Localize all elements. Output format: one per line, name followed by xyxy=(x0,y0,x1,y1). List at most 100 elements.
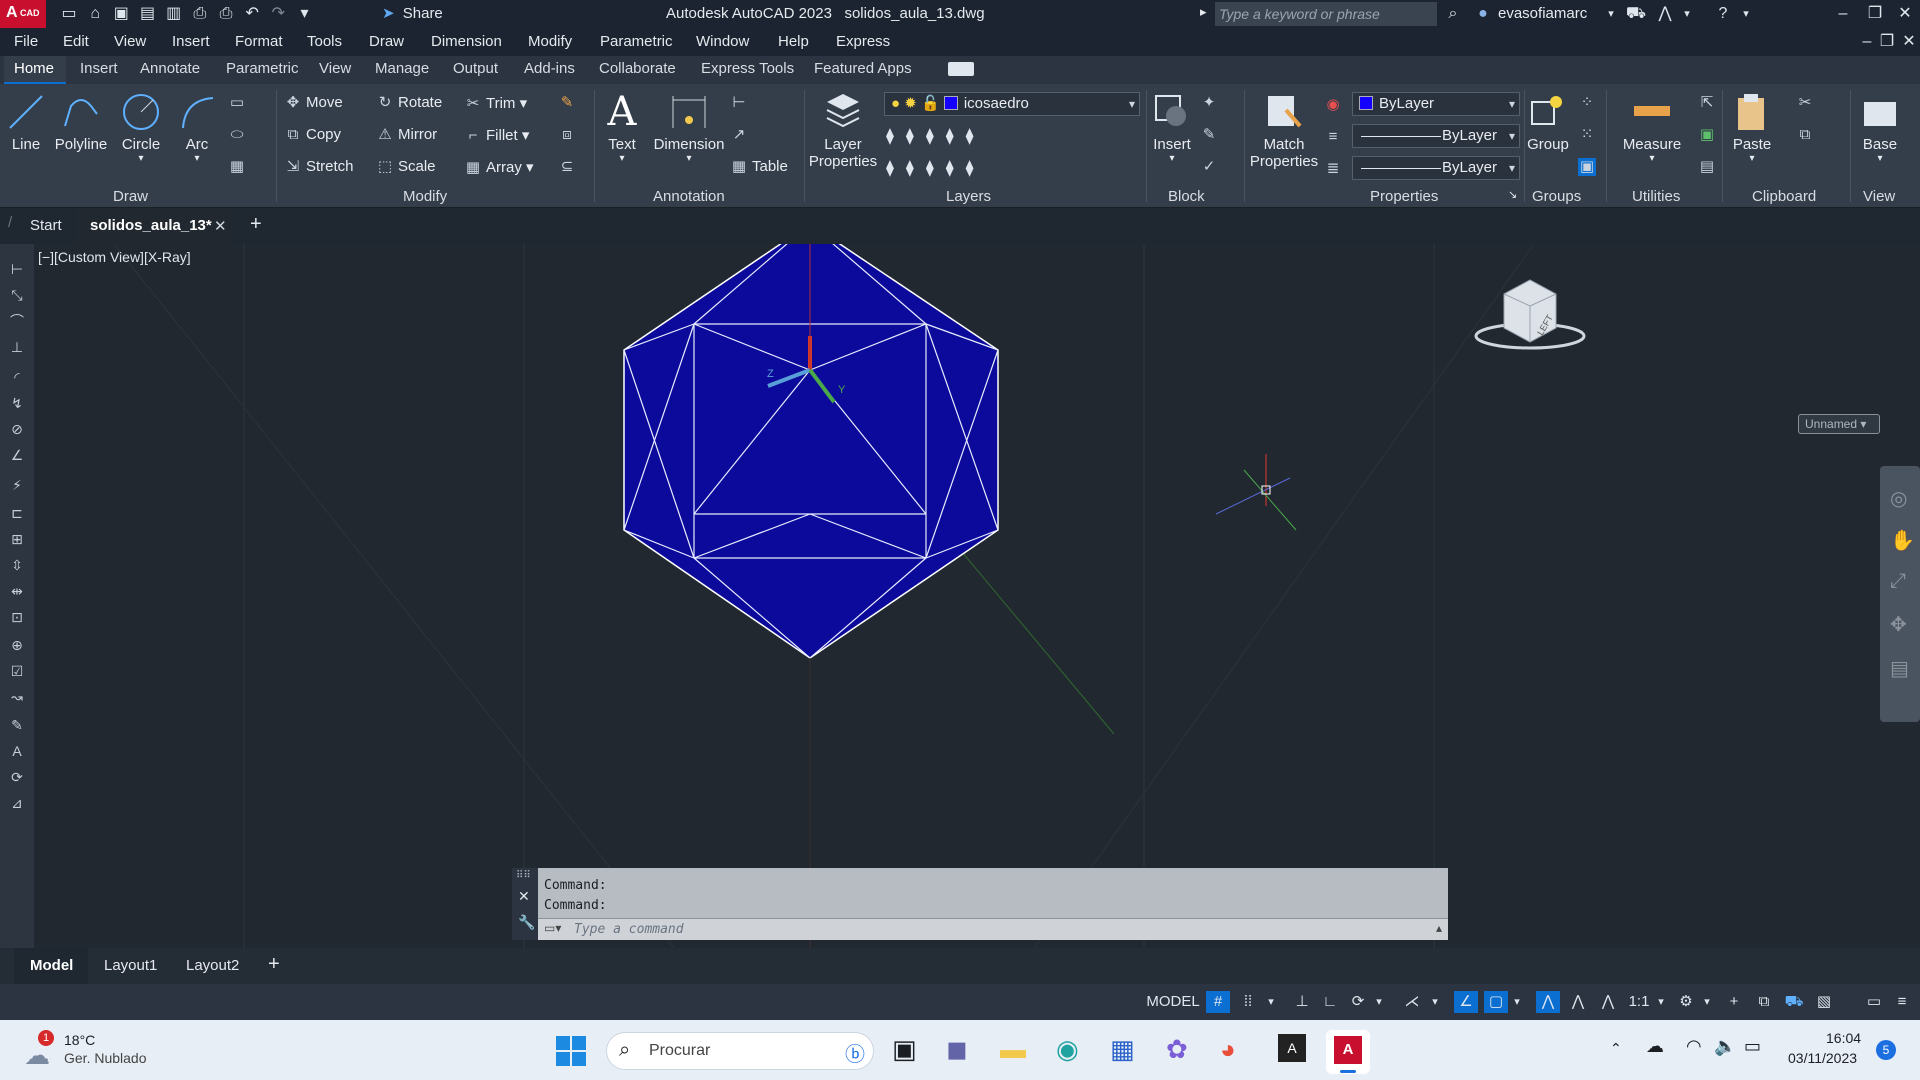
chevron-up-icon[interactable]: ⌃ xyxy=(1610,1040,1622,1057)
user-icon[interactable]: ● xyxy=(1472,3,1494,25)
undo-icon[interactable]: ↶ xyxy=(241,3,263,25)
customize-menu-icon[interactable]: ≡ xyxy=(1890,991,1914,1013)
tool-radius-icon[interactable]: ◜ xyxy=(6,366,28,388)
keyword-search-input[interactable]: Type a keyword or phrase xyxy=(1215,2,1437,26)
tool-space-icon[interactable]: ⇳ xyxy=(6,554,28,576)
color-dropdown[interactable]: ByLayer xyxy=(1352,92,1520,116)
tool-angular-icon[interactable]: ∠ xyxy=(6,444,28,466)
object-snap-icon[interactable]: ▢ xyxy=(1484,991,1508,1013)
clock-time[interactable]: 16:04 xyxy=(1826,1030,1861,1046)
base-view-button[interactable]: Base ▾ xyxy=(1856,92,1904,164)
command-history-toggle-icon[interactable]: ▴ xyxy=(1436,921,1442,935)
icosahedron-solid[interactable] xyxy=(623,244,999,659)
insert-block-button[interactable]: Insert ▾ xyxy=(1150,92,1194,164)
username[interactable]: evasofiamarc xyxy=(1498,5,1587,22)
customize-wrench-icon[interactable]: 🔧 xyxy=(518,914,535,931)
windows-start-icon[interactable] xyxy=(556,1036,586,1066)
close-icon[interactable]: ✕ xyxy=(214,217,227,235)
wifi-icon[interactable]: ◠ xyxy=(1686,1036,1702,1057)
ungroup-icon[interactable]: ⁘ xyxy=(1578,94,1596,112)
layer-unlock-icon[interactable]: ⧫ xyxy=(926,160,946,177)
chevron-down-icon[interactable]: ▾ xyxy=(1428,991,1442,1013)
edge-icon[interactable]: ◉ xyxy=(1056,1034,1079,1065)
group-button[interactable]: Group xyxy=(1526,92,1570,153)
help-icon[interactable]: ? xyxy=(1712,3,1734,25)
autocad-active-icon[interactable]: A xyxy=(1326,1030,1370,1074)
color-wheel-icon[interactable]: ◉ xyxy=(1324,96,1342,114)
panel-title-view[interactable]: View xyxy=(1863,188,1895,205)
grid-icon[interactable]: # xyxy=(1206,991,1230,1013)
menu-parametric[interactable]: Parametric xyxy=(600,33,673,50)
isodraft-icon[interactable]: ⋌ xyxy=(1400,991,1424,1013)
menu-modify[interactable]: Modify xyxy=(528,33,572,50)
block-attributes-icon[interactable]: ✓ xyxy=(1200,158,1218,176)
menu-draw[interactable]: Draw xyxy=(369,33,404,50)
add-layout-plus-icon[interactable]: + xyxy=(268,953,280,976)
tab-layout1[interactable]: Layout1 xyxy=(104,957,157,974)
explode-icon[interactable]: ⧈ xyxy=(558,126,576,144)
ortho-icon[interactable]: ∟ xyxy=(1318,991,1342,1013)
layer-match-icon[interactable]: ⧫ xyxy=(966,128,986,145)
chevron-down-icon[interactable]: ▾ xyxy=(1372,991,1386,1013)
share-button[interactable]: ➤ Share xyxy=(382,4,443,22)
cart-icon[interactable]: ⛟ xyxy=(1625,3,1647,25)
calculator-icon[interactable]: ▤ xyxy=(1698,158,1716,176)
tab-collaborate[interactable]: Collaborate xyxy=(599,60,676,77)
rotate-button[interactable]: ↻ Rotate xyxy=(376,94,443,112)
tool-baseline-icon[interactable]: ⊏ xyxy=(6,502,28,524)
notification-badge[interactable]: 5 xyxy=(1876,1040,1896,1060)
mirror-button[interactable]: ⚠ Mirror xyxy=(376,126,437,144)
layer-copy-icon[interactable]: ⧫ xyxy=(946,160,966,177)
panel-title-groups[interactable]: Groups xyxy=(1532,188,1581,205)
tab-insert[interactable]: Insert xyxy=(80,60,118,77)
ribbon-display-toggle-icon[interactable] xyxy=(948,62,974,76)
model-space-button[interactable]: MODEL xyxy=(1146,991,1200,1013)
tab-layout2[interactable]: Layout2 xyxy=(186,957,239,974)
erase-icon[interactable]: ✎ xyxy=(558,94,576,112)
minimize-icon[interactable]: – xyxy=(1832,3,1854,25)
chrome-icon[interactable]: ◕ xyxy=(1220,1034,1236,1065)
chevron-down-icon[interactable]: ▾ xyxy=(1264,991,1278,1013)
annotation-scale-icon[interactable]: ⋀ xyxy=(1596,991,1620,1013)
tab-home[interactable]: Home xyxy=(14,60,54,77)
tab-output[interactable]: Output xyxy=(453,60,498,77)
annotation-monitor-icon[interactable]: + xyxy=(1722,991,1746,1013)
group-selection-icon[interactable]: ▣ xyxy=(1578,158,1596,176)
cut-icon[interactable]: ✂ xyxy=(1796,94,1814,112)
tool-inspect-icon[interactable]: ☑ xyxy=(6,660,28,682)
tool-break-icon[interactable]: ⇹ xyxy=(6,580,28,602)
measure-button[interactable]: Measure ▾ xyxy=(1614,92,1690,164)
publish-icon[interactable]: ⎙ xyxy=(189,3,211,25)
polyline-button[interactable]: Polyline xyxy=(50,92,112,153)
move-button[interactable]: ✥ Move xyxy=(284,94,343,112)
units-icon[interactable]: ⧉ xyxy=(1752,991,1776,1013)
panel-title-clipboard[interactable]: Clipboard xyxy=(1752,188,1816,205)
chevron-down-icon[interactable]: ▾ xyxy=(1676,3,1698,25)
plot-preview-icon[interactable]: ▥ xyxy=(163,3,185,25)
tool-tolerance-icon[interactable]: ⊡ xyxy=(6,606,28,628)
layer-off-icon[interactable]: ⧫ xyxy=(886,128,906,145)
chevron-down-icon[interactable]: ▾ xyxy=(1735,3,1757,25)
redo-icon[interactable]: ↷ xyxy=(267,3,289,25)
tab-model[interactable]: Model xyxy=(14,948,88,984)
fillet-button[interactable]: ⌐ Fillet ▾ xyxy=(464,126,530,145)
panel-title-properties[interactable]: Properties xyxy=(1370,188,1438,205)
group-edit-icon[interactable]: ⁙ xyxy=(1578,126,1596,144)
tool-ordinate-icon[interactable]: ⊥ xyxy=(6,336,28,358)
arc-button[interactable]: Arc ▾ xyxy=(172,92,222,164)
showmotion-icon[interactable]: ▤ xyxy=(1890,656,1909,681)
tool-continue-icon[interactable]: ⊞ xyxy=(6,528,28,550)
panel-title-annotation[interactable]: Annotation xyxy=(653,188,725,205)
chevron-down-icon[interactable]: ▾ xyxy=(1510,991,1524,1013)
doc-minimize-icon[interactable]: – xyxy=(1856,31,1878,53)
chevron-down-icon[interactable]: ▾ xyxy=(1700,991,1714,1013)
store-icon[interactable]: ▦ xyxy=(1110,1034,1135,1065)
table-button[interactable]: ▦ Table xyxy=(730,158,788,176)
menu-file[interactable]: File xyxy=(14,33,38,50)
restore-icon[interactable]: ❐ xyxy=(1864,3,1886,25)
tool-jogged-icon[interactable]: ↯ xyxy=(6,392,28,414)
viewport-controls-label[interactable]: [−][Custom View][X-Ray] xyxy=(38,249,191,265)
tab-manage[interactable]: Manage xyxy=(375,60,429,77)
chevron-right-icon[interactable]: ▸ xyxy=(1200,4,1207,20)
print-icon[interactable]: ⎙ xyxy=(215,3,237,25)
